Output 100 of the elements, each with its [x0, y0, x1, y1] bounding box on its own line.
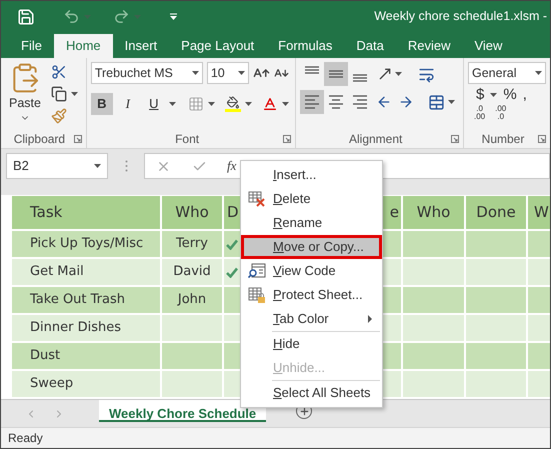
- caret-icon: [535, 71, 542, 75]
- header-cell: W: [528, 196, 550, 229]
- table-cell: [162, 343, 222, 369]
- customize-icon[interactable]: [169, 12, 178, 20]
- header-cell: Done: [466, 196, 526, 229]
- menu-item[interactable]: Protect Sheet...: [241, 283, 382, 307]
- menu-item[interactable]: Hide: [241, 332, 382, 356]
- ribbon-tab[interactable]: Insert: [112, 34, 170, 58]
- table-cell: Sweep: [12, 371, 160, 397]
- font-style-button[interactable]: I: [116, 93, 139, 115]
- table-cell: [403, 231, 464, 257]
- table-cell: [466, 231, 526, 257]
- table-cell: John: [162, 287, 222, 313]
- table-cell: Dust: [12, 343, 160, 369]
- table-cell: [403, 343, 464, 369]
- ribbon-tab[interactable]: File: [9, 34, 54, 58]
- font-style-button[interactable]: B: [90, 93, 113, 115]
- caret-icon: [192, 71, 199, 75]
- copy-icon[interactable]: [51, 86, 67, 102]
- font-name-dropdown[interactable]: Trebuchet MS: [90, 62, 203, 84]
- save-icon[interactable]: [17, 8, 35, 26]
- menu-item[interactable]: Tab Color: [241, 307, 382, 331]
- align-lines-icon: [353, 74, 368, 82]
- table-cell: [403, 315, 464, 341]
- check-icon: [226, 238, 238, 250]
- status-text: Ready: [8, 430, 43, 447]
- dialog-launcher-icon[interactable]: [538, 135, 546, 143]
- caret-icon: [448, 100, 456, 104]
- sheet-tab[interactable]: Weekly Chore Schedule: [99, 400, 266, 422]
- decimal-button[interactable]: .00 .0: [495, 105, 506, 121]
- caret-icon: [244, 102, 252, 106]
- format-painter-icon[interactable]: [51, 108, 67, 124]
- number-style-button[interactable]: %: [503, 87, 517, 102]
- paste-button[interactable]: Paste: [5, 62, 45, 124]
- group-label: Alignment: [348, 131, 402, 148]
- caret-icon: [282, 102, 289, 106]
- table-cell: [466, 259, 526, 285]
- table-cell: [162, 315, 222, 341]
- font-size-dropdown[interactable]: 10: [206, 62, 249, 84]
- dialog-launcher-icon[interactable]: [283, 135, 292, 143]
- table-cell: [466, 287, 526, 313]
- fill-color-icon[interactable]: [224, 96, 241, 112]
- header-cell: Who: [403, 196, 464, 229]
- align-lines-icon: [305, 66, 320, 74]
- dialog-launcher-icon[interactable]: [74, 135, 82, 143]
- submenu-arrow-icon: [368, 315, 372, 323]
- table-cell: David: [162, 259, 222, 285]
- menu-item[interactable]: Move or Copy...: [241, 235, 382, 259]
- number-format-dropdown[interactable]: General: [468, 62, 546, 84]
- align-lines-icon: [329, 95, 344, 109]
- diagonal-arrow-icon[interactable]: [377, 66, 394, 82]
- table-cell: Dinner Dishes: [12, 315, 160, 341]
- ribbon-tab[interactable]: Data: [344, 34, 396, 58]
- caret-icon: [71, 92, 78, 96]
- left-align-button[interactable]: [300, 90, 324, 114]
- decimal-button[interactable]: .0 .00: [474, 105, 486, 121]
- caret-icon: [168, 102, 176, 106]
- ribbon-tab[interactable]: Formulas: [266, 34, 344, 58]
- ribbon-tab[interactable]: View: [462, 34, 514, 58]
- merge-cells-icon[interactable]: [428, 94, 446, 110]
- header-cell: Task: [12, 196, 160, 229]
- caret-icon: [490, 92, 498, 96]
- table-cell: [162, 371, 222, 397]
- redo-icon[interactable]: [113, 8, 130, 25]
- header-cell: Who: [162, 196, 222, 229]
- table-delete-icon: [248, 191, 266, 207]
- undo-icon[interactable]: [63, 8, 80, 25]
- group-label: Clipboard: [14, 131, 66, 148]
- table-cell: [466, 371, 526, 397]
- align-lines-icon: [329, 70, 344, 78]
- middle-align-button[interactable]: [324, 62, 348, 86]
- font-style-button[interactable]: U: [142, 93, 165, 115]
- menu-item[interactable]: View Code: [241, 259, 382, 283]
- dialog-launcher-icon[interactable]: [450, 135, 459, 143]
- number-style-button[interactable]: $: [476, 87, 484, 102]
- ribbon-tab[interactable]: Page Layout: [169, 34, 266, 58]
- cut-icon[interactable]: [51, 64, 67, 80]
- table-cell: [403, 287, 464, 313]
- drag-handle-icon[interactable]: [125, 160, 128, 172]
- caret-icon: [208, 102, 215, 106]
- insert-function-button[interactable]: fx: [227, 156, 236, 176]
- number-style-button[interactable]: ,: [522, 87, 527, 102]
- locked-table-icon: [248, 286, 266, 304]
- caret-icon: [238, 71, 245, 75]
- caret-icon: [94, 164, 101, 168]
- table-cell: [466, 315, 526, 341]
- align-lines-icon: [353, 95, 368, 109]
- window-title: Weekly chore schedule1.xlsm -: [374, 8, 548, 26]
- align-lines-icon: [305, 95, 320, 109]
- table-cell: Pick Up Toys/Misc: [12, 231, 160, 257]
- name-box[interactable]: B2: [6, 153, 108, 179]
- ribbon-tab[interactable]: Review: [396, 34, 462, 58]
- table-cell: [466, 343, 526, 369]
- check-icon: [226, 266, 238, 278]
- table-cell: Get Mail: [12, 259, 160, 285]
- font-color-icon[interactable]: [262, 96, 278, 112]
- menu-item[interactable]: Insert...: [241, 163, 382, 187]
- table-cell: Take Out Trash: [12, 287, 160, 313]
- view-code-icon: [248, 263, 266, 279]
- ribbon-tab[interactable]: Home: [54, 34, 113, 58]
